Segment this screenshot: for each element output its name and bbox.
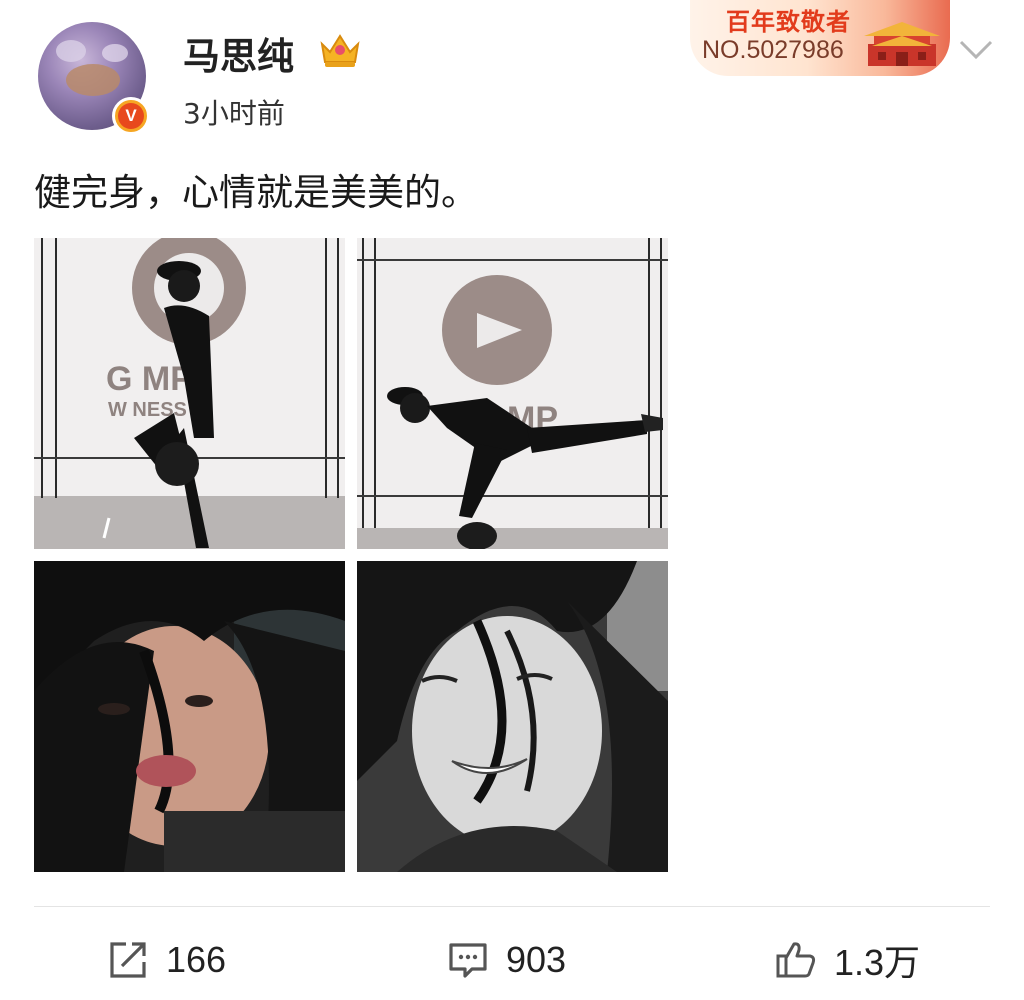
avatar-art [66, 64, 120, 96]
repost-icon [110, 942, 146, 978]
like-button[interactable]: 1.3万 [774, 930, 920, 990]
thumbs-up-icon [776, 942, 816, 978]
author-name[interactable]: 马思纯 [183, 26, 294, 80]
selfie-photo [357, 561, 668, 872]
divider [34, 906, 990, 907]
action-bar: 166 903 1.3万 [0, 920, 1024, 1000]
like-count: 1.3万 [834, 942, 921, 983]
gym-photo: G MP W NESS [34, 238, 345, 549]
gym-photo: MP [357, 238, 668, 549]
post-image-1[interactable]: G MP W NESS [34, 238, 345, 549]
post-image-4[interactable] [357, 561, 668, 872]
comment-icon [449, 943, 487, 978]
fan-card-title: 百年致敬者 [726, 7, 851, 36]
gym-sign-text: G MP [106, 360, 193, 398]
fan-card-badge[interactable]: 百年致敬者 NO.5027986 [690, 0, 950, 76]
comment-count: 903 [506, 939, 567, 980]
chevron-down-icon[interactable] [958, 38, 994, 62]
post-image-2[interactable]: MP [357, 238, 668, 549]
image-grid: G MP W NESS MP [34, 238, 668, 872]
comment-button[interactable]: 903 [446, 930, 566, 990]
post-text: 健完身，心情就是美美的。 [34, 171, 478, 214]
post-header: V 马思纯 3小时前 百年致敬者 NO.5027986 [0, 0, 1024, 150]
repost-count: 166 [166, 939, 227, 980]
avatar-art [56, 40, 86, 62]
selfie-photo [34, 561, 345, 872]
avatar-art [102, 44, 128, 62]
crown-icon [320, 34, 360, 67]
post-image-3[interactable] [34, 561, 345, 872]
verified-badge-icon: V [112, 97, 150, 135]
gate-tower-icon [864, 22, 940, 66]
verified-badge-label: V [118, 103, 144, 129]
fan-card-number: NO.5027986 [702, 36, 844, 64]
repost-button[interactable]: 166 [106, 930, 226, 990]
post-time: 3小时前 [183, 97, 285, 130]
